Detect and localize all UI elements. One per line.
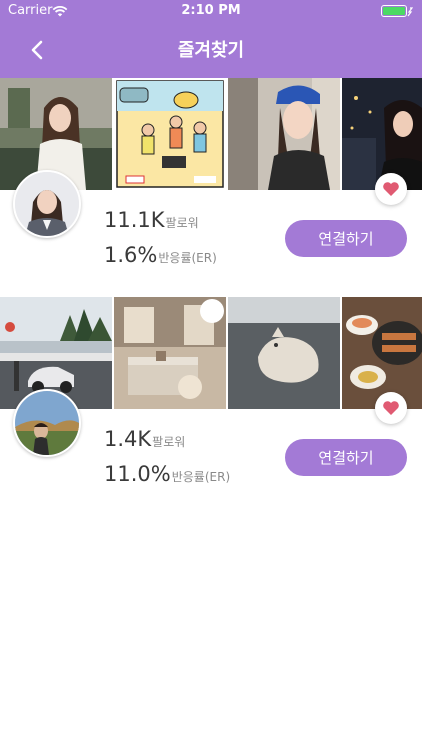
engagement-rate: 1.6% xyxy=(104,243,158,267)
post-photo[interactable] xyxy=(228,78,340,190)
post-photo[interactable] xyxy=(114,297,226,409)
post-photo[interactable] xyxy=(342,78,422,190)
header: Carrier 2:10 PM 즐겨찾기 xyxy=(0,0,422,78)
post-photo[interactable] xyxy=(342,297,422,409)
engagement-rate: 11.0% xyxy=(104,462,171,486)
favorite-button[interactable] xyxy=(375,173,407,205)
connect-button[interactable]: 연결하기 xyxy=(285,439,407,476)
battery-full-icon xyxy=(381,5,413,17)
influencer-card: 11.1K팔로워 1.6%반응률(ER) 연결하기 xyxy=(0,78,422,298)
avatar[interactable] xyxy=(13,389,81,457)
followers-stat: 11.1K팔로워 xyxy=(104,208,199,232)
favorite-button[interactable] xyxy=(375,392,407,424)
engagement-label: 반응률(ER) xyxy=(158,251,217,265)
followers-stat: 1.4K팔로워 xyxy=(104,427,185,451)
nav-bar: 즐겨찾기 xyxy=(0,22,422,78)
followers-label: 팔로워 xyxy=(165,216,199,230)
followers-count: 1.4K xyxy=(104,427,152,451)
engagement-stat: 11.0%반응률(ER) xyxy=(104,462,230,486)
heart-icon xyxy=(383,401,399,415)
engagement-label: 반응률(ER) xyxy=(171,470,231,484)
heart-icon xyxy=(383,182,399,196)
engagement-stat: 1.6%반응률(ER) xyxy=(104,243,217,267)
influencer-card: 1.4K팔로워 11.0%반응률(ER) 연결하기 xyxy=(0,297,422,517)
followers-count: 11.1K xyxy=(104,208,165,232)
post-photo[interactable] xyxy=(114,78,226,190)
page-title: 즐겨찾기 xyxy=(177,40,245,61)
status-time: 2:10 PM xyxy=(181,3,241,18)
followers-label: 팔로워 xyxy=(152,435,186,449)
connect-button[interactable]: 연결하기 xyxy=(285,220,407,257)
post-photo[interactable] xyxy=(228,297,340,409)
status-bar: Carrier 2:10 PM xyxy=(0,0,422,22)
avatar[interactable] xyxy=(13,170,81,238)
